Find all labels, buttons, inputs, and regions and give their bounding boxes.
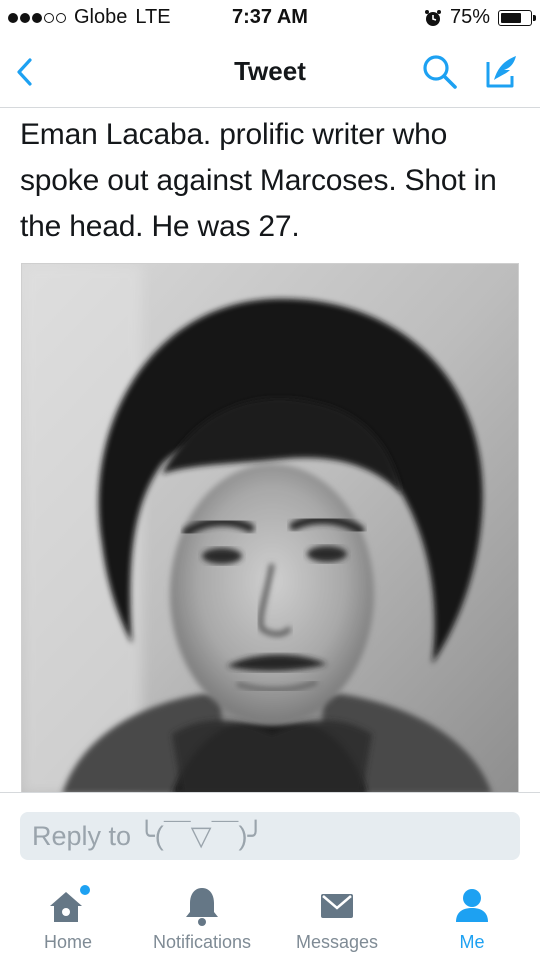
envelope-icon [321, 894, 353, 918]
portrait-image [22, 264, 518, 792]
tab-me[interactable]: Me [442, 884, 502, 953]
tab-label-home: Home [43, 932, 92, 952]
tab-home[interactable]: Home [30, 884, 106, 953]
compose-icon[interactable] [482, 52, 522, 92]
battery-icon [498, 9, 536, 26]
alarm-icon [424, 9, 441, 26]
reply-area: Reply to ╰(￣▽￣)╯ [0, 792, 540, 870]
search-icon[interactable] [420, 52, 460, 92]
nav-bar: Tweet [0, 36, 540, 108]
tab-label-me: Me [459, 932, 485, 952]
tweet-text: Eman Lacaba. prolific writer who spoke o… [20, 118, 497, 243]
person-icon [456, 889, 488, 922]
tab-notifications[interactable]: Notifications [142, 884, 262, 953]
status-right: 75% [424, 6, 536, 29]
reply-input[interactable]: Reply to ╰(￣▽￣)╯ [20, 812, 520, 860]
status-bar: Globe LTE 7:37 AM 75% [0, 0, 540, 36]
notification-dot [80, 885, 90, 895]
tab-messages[interactable]: Messages [286, 884, 388, 953]
home-icon [50, 885, 90, 922]
tab-label-messages: Messages [295, 932, 379, 952]
battery-percentage: 75% [449, 6, 490, 28]
bell-icon [186, 888, 218, 926]
tweet-photo[interactable] [21, 263, 519, 793]
tab-label-notifications: Notifications [152, 932, 252, 952]
tab-bar: Home Notifications Messages Me [0, 870, 540, 960]
